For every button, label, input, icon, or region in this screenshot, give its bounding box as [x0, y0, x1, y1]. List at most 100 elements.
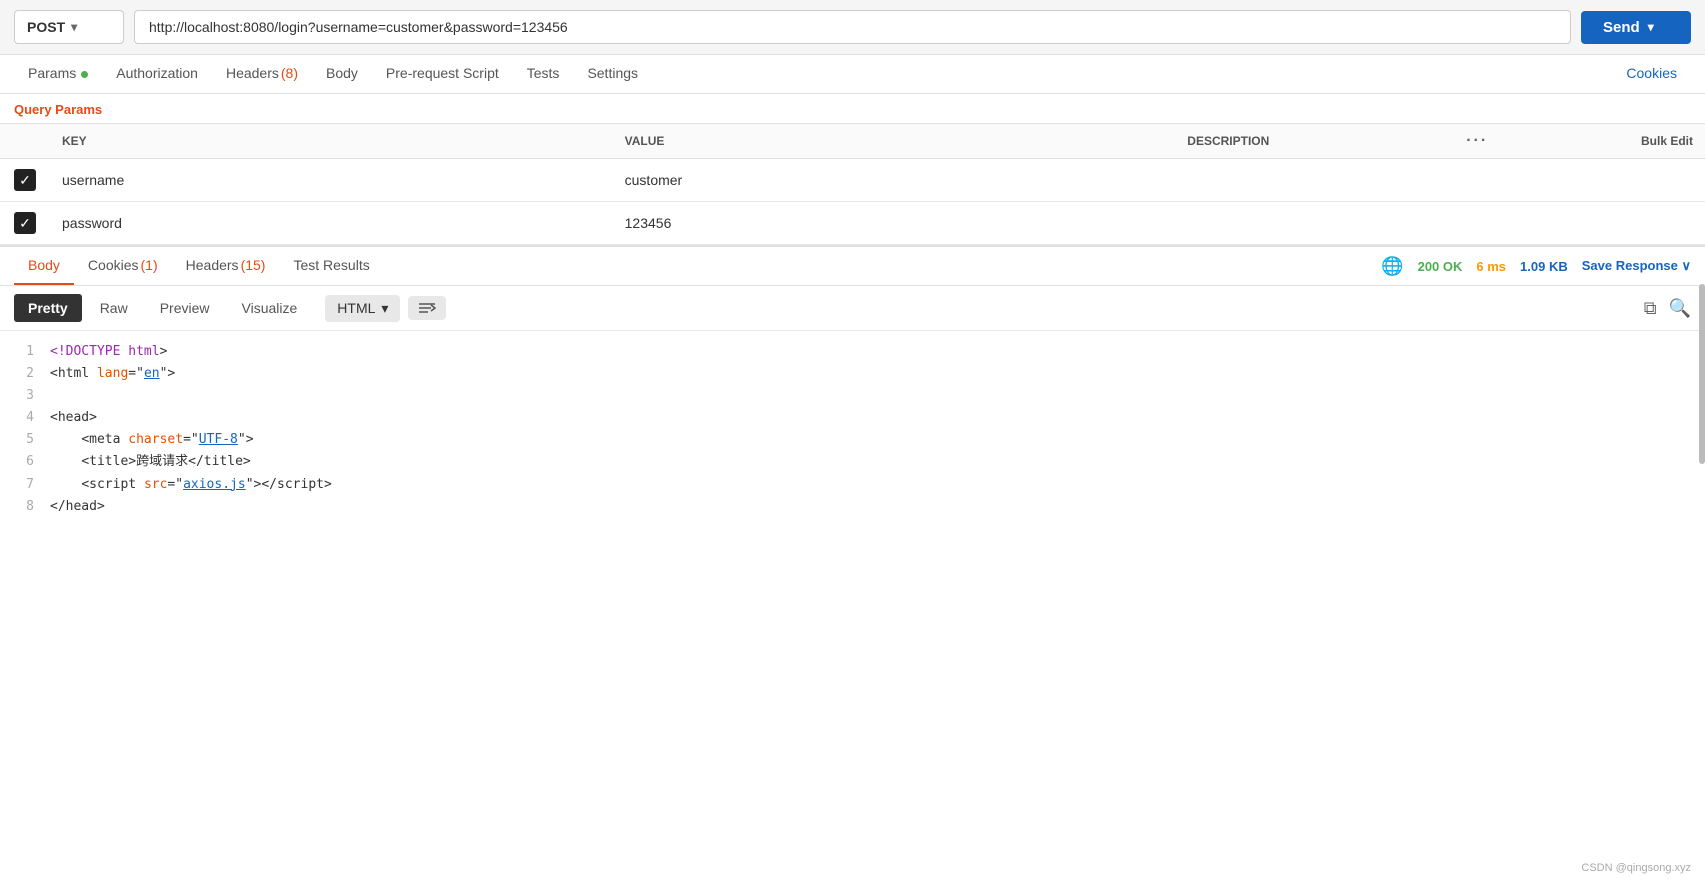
response-size: 1.09 KB [1520, 259, 1568, 274]
code-area: 1 <!DOCTYPE html> 2 <html lang="en"> 3 4… [0, 331, 1705, 528]
code-line-2: 2 <html lang="en"> [14, 363, 1691, 385]
line-num: 2 [14, 363, 34, 385]
globe-icon: 🌐 [1381, 256, 1403, 277]
line-num: 7 [14, 474, 34, 496]
resp-tab-body[interactable]: Body [14, 247, 74, 285]
search-icon[interactable]: 🔍 [1669, 298, 1691, 319]
send-label: Send [1603, 19, 1640, 36]
format-bar: Pretty Raw Preview Visualize HTML ▾ ⧉ 🔍 [0, 286, 1705, 331]
code-content: <head> [50, 407, 97, 429]
code-line-3: 3 [14, 385, 1691, 407]
code-content: </head> [50, 496, 105, 518]
line-num: 4 [14, 407, 34, 429]
method-select[interactable]: POST ▾ [14, 10, 124, 44]
response-section: Body Cookies(1) Headers(15) Test Results… [0, 245, 1705, 528]
tab-settings[interactable]: Settings [573, 55, 652, 93]
fmt-tab-raw[interactable]: Raw [86, 294, 142, 322]
code-content: <html lang="en"> [50, 363, 175, 385]
tab-cookies[interactable]: Cookies [1612, 55, 1691, 93]
code-content: <!DOCTYPE html> [50, 341, 167, 363]
line-num: 5 [14, 429, 34, 451]
more-options-icon[interactable]: ··· [1466, 132, 1488, 149]
tab-body[interactable]: Body [312, 55, 372, 93]
method-label: POST [27, 19, 65, 35]
line-num: 6 [14, 451, 34, 473]
row1-bulk [1517, 159, 1705, 202]
tab-params[interactable]: Params [14, 55, 102, 93]
row2-description[interactable] [1175, 202, 1437, 245]
col-value: VALUE [613, 124, 1176, 159]
format-bar-right: ⧉ 🔍 [1644, 298, 1691, 319]
query-params-title: Query Params [0, 94, 1705, 123]
checkmark-icon: ✓ [19, 215, 31, 232]
code-content: <meta charset="UTF-8"> [50, 429, 254, 451]
response-status-bar: 🌐 200 OK 6 ms 1.09 KB Save Response ∨ [1381, 256, 1691, 277]
response-time: 6 ms [1476, 259, 1506, 274]
method-chevron-icon: ▾ [71, 20, 77, 34]
row2-value[interactable]: 123456 [613, 202, 1176, 245]
response-tabs: Body Cookies(1) Headers(15) Test Results… [0, 247, 1705, 286]
query-params-section: Query Params KEY VALUE DESCRIPTION ··· B… [0, 94, 1705, 245]
request-tabs: Params Authorization Headers(8) Body Pre… [0, 55, 1705, 94]
row2-checkbox-cell[interactable]: ✓ [0, 202, 50, 245]
checkbox-checked[interactable]: ✓ [14, 169, 36, 191]
row1-actions [1437, 159, 1517, 202]
code-line-5: 5 <meta charset="UTF-8"> [14, 429, 1691, 451]
table-row: ✓ password 123456 [0, 202, 1705, 245]
format-type-label: HTML [337, 300, 375, 316]
line-num: 1 [14, 341, 34, 363]
code-line-1: 1 <!DOCTYPE html> [14, 341, 1691, 363]
code-line-7: 7 <script src="axios.js"></script> [14, 474, 1691, 496]
code-content: <script src="axios.js"></script> [50, 474, 332, 496]
params-dot [81, 71, 88, 78]
resp-tab-test-results[interactable]: Test Results [279, 247, 383, 285]
line-num: 8 [14, 496, 34, 518]
resp-headers-badge: (15) [241, 257, 266, 273]
line-num: 3 [14, 385, 34, 407]
tab-tests[interactable]: Tests [513, 55, 574, 93]
fmt-tab-preview[interactable]: Preview [146, 294, 224, 322]
params-table: KEY VALUE DESCRIPTION ··· Bulk Edit ✓ us… [0, 123, 1705, 245]
code-content: <title>跨域请求</title> [50, 451, 251, 473]
table-row: ✓ username customer [0, 159, 1705, 202]
send-button[interactable]: Send ▾ [1581, 11, 1691, 44]
format-chevron-icon: ▾ [381, 300, 388, 317]
wrap-button[interactable] [408, 296, 446, 320]
checkbox-checked[interactable]: ✓ [14, 212, 36, 234]
save-response-button[interactable]: Save Response ∨ [1582, 258, 1691, 274]
tab-authorization[interactable]: Authorization [102, 55, 212, 93]
copy-icon[interactable]: ⧉ [1644, 298, 1657, 319]
url-input[interactable]: http://localhost:8080/login?username=cus… [134, 10, 1571, 44]
resp-tab-headers[interactable]: Headers(15) [172, 247, 280, 285]
headers-badge: (8) [281, 65, 298, 81]
tab-headers[interactable]: Headers(8) [212, 55, 312, 93]
row1-description[interactable] [1175, 159, 1437, 202]
watermark: CSDN @qingsong.xyz [1581, 862, 1691, 874]
resp-tab-cookies[interactable]: Cookies(1) [74, 247, 172, 285]
row1-value[interactable]: customer [613, 159, 1176, 202]
fmt-tab-visualize[interactable]: Visualize [228, 294, 312, 322]
row2-key[interactable]: password [50, 202, 613, 245]
code-content [50, 385, 58, 407]
code-line-6: 6 <title>跨域请求</title> [14, 451, 1691, 473]
checkmark-icon: ✓ [19, 172, 31, 189]
scrollbar-track[interactable] [1699, 284, 1705, 464]
code-line-4: 4 <head> [14, 407, 1691, 429]
col-bulk-edit[interactable]: Bulk Edit [1517, 124, 1705, 159]
row1-checkbox-cell[interactable]: ✓ [0, 159, 50, 202]
col-description: DESCRIPTION [1175, 124, 1437, 159]
row1-key[interactable]: username [50, 159, 613, 202]
col-dots: ··· [1437, 124, 1517, 159]
tab-prerequest[interactable]: Pre-request Script [372, 55, 513, 93]
col-key: KEY [50, 124, 613, 159]
col-checkbox [0, 124, 50, 159]
code-line-8: 8 </head> [14, 496, 1691, 518]
row2-bulk [1517, 202, 1705, 245]
format-type-select[interactable]: HTML ▾ [325, 295, 400, 322]
resp-cookies-badge: (1) [141, 257, 158, 273]
top-bar: POST ▾ http://localhost:8080/login?usern… [0, 0, 1705, 55]
row2-actions [1437, 202, 1517, 245]
fmt-tab-pretty[interactable]: Pretty [14, 294, 82, 322]
send-chevron-icon: ▾ [1648, 20, 1654, 34]
status-code: 200 OK [1418, 259, 1463, 274]
